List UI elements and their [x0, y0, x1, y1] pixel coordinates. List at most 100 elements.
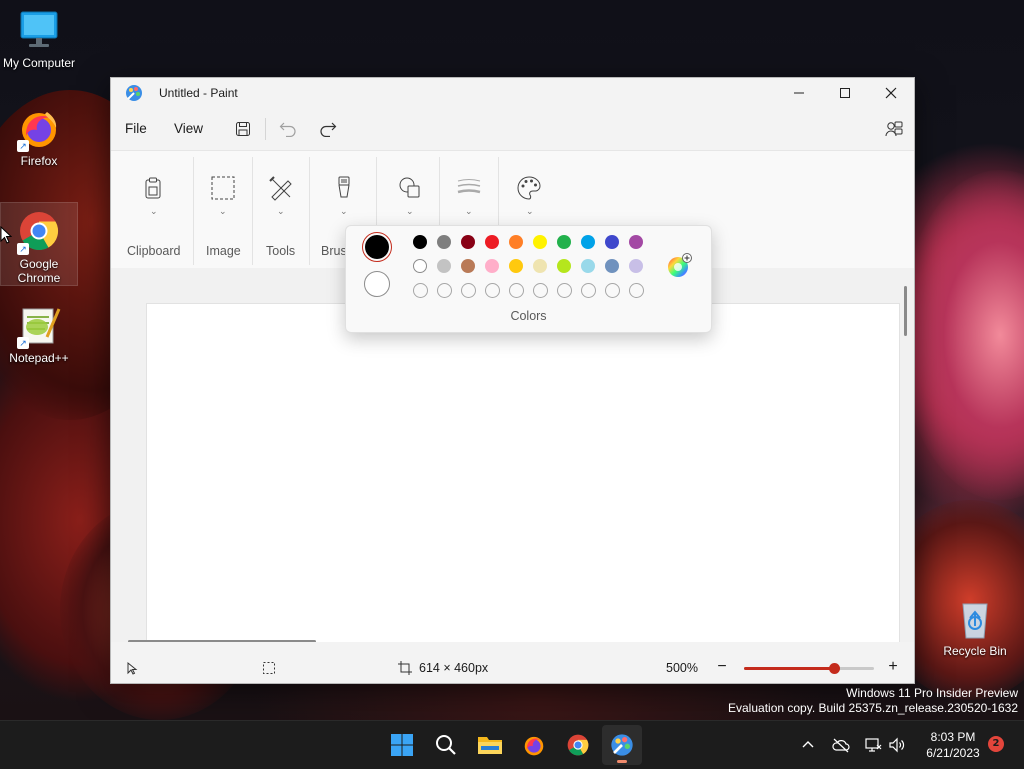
minimize-icon	[794, 92, 804, 94]
color-swatch[interactable]	[509, 235, 523, 249]
color-swatch[interactable]	[485, 259, 499, 273]
title-bar[interactable]: Untitled - Paint	[111, 78, 914, 108]
color-swatch[interactable]	[557, 235, 571, 249]
custom-color-slot[interactable]	[533, 283, 548, 298]
start-button[interactable]	[382, 725, 422, 765]
minimize-button[interactable]	[776, 78, 822, 108]
zoom-out-button[interactable]: −	[714, 659, 730, 676]
maximize-icon	[840, 88, 850, 98]
color-swatch[interactable]	[629, 259, 643, 273]
primary-color-selector[interactable]	[362, 232, 392, 262]
paint-window: Untitled - Paint File View ⌄ Clipboard ⌄…	[110, 77, 915, 684]
close-icon	[885, 87, 897, 99]
color-swatch[interactable]	[605, 235, 619, 249]
menu-file[interactable]: File	[125, 121, 147, 136]
selection-icon	[211, 176, 235, 200]
maximize-button[interactable]	[822, 78, 868, 108]
brush-icon	[338, 176, 350, 198]
color-swatch[interactable]	[413, 235, 427, 249]
chevron-down-icon: ⌄	[340, 207, 348, 217]
ribbon-group-clipboard[interactable]: ⌄ Clipboard	[111, 151, 193, 269]
redo-icon	[320, 122, 337, 137]
account-icon	[885, 121, 903, 137]
custom-color-slot[interactable]	[557, 283, 572, 298]
redo-button[interactable]	[317, 118, 339, 140]
pointer-position-icon	[127, 661, 138, 675]
custom-color-slot[interactable]	[509, 283, 524, 298]
edit-colors-button[interactable]	[666, 253, 692, 279]
chevron-down-icon: ⌄	[465, 207, 473, 217]
color-swatch[interactable]	[605, 259, 619, 273]
menu-view[interactable]: View	[174, 121, 203, 136]
window-title: Untitled - Paint	[159, 86, 238, 100]
taskbar-firefox-button[interactable]	[514, 725, 554, 765]
account-button[interactable]	[883, 118, 905, 140]
ribbon-group-image[interactable]: ⌄ Image	[194, 151, 252, 269]
custom-color-slot[interactable]	[413, 283, 428, 298]
color-swatch[interactable]	[413, 259, 427, 273]
zoom-slider-thumb[interactable]	[828, 663, 840, 674]
desktop-icon-firefox[interactable]: ↗ Firefox	[1, 106, 77, 168]
custom-color-slot[interactable]	[461, 283, 476, 298]
shortcut-arrow-icon: ↗	[17, 337, 29, 349]
show-hidden-icons-button[interactable]	[800, 737, 816, 756]
volume-button[interactable]	[888, 736, 906, 757]
taskbar-chrome-button[interactable]	[558, 725, 598, 765]
close-button[interactable]	[868, 78, 914, 108]
chevron-up-icon	[802, 741, 814, 748]
color-swatch[interactable]	[461, 235, 475, 249]
zoom-slider[interactable]	[744, 663, 874, 674]
windows-logo-icon	[391, 734, 413, 756]
file-explorer-button[interactable]	[470, 725, 510, 765]
save-button[interactable]	[232, 118, 254, 140]
tools-icon	[269, 176, 292, 201]
clipboard-icon	[145, 177, 161, 199]
custom-color-slot[interactable]	[605, 283, 620, 298]
notification-badge[interactable]: 2	[988, 736, 1004, 752]
ribbon-group-label: Clipboard	[127, 244, 181, 258]
desktop-icon-google-chrome[interactable]: ↗ Google Chrome	[0, 202, 78, 286]
zoom-in-button[interactable]: +	[885, 659, 901, 675]
clock-button[interactable]: 8:03 PM 6/21/2023	[918, 729, 988, 761]
onedrive-button[interactable]	[832, 737, 850, 756]
firefox-icon: ↗	[17, 106, 61, 152]
color-swatch[interactable]	[581, 235, 595, 249]
selection-size-icon	[263, 662, 275, 674]
color-swatch[interactable]	[509, 259, 523, 273]
search-button[interactable]	[426, 725, 466, 765]
ribbon-group-tools[interactable]: ⌄ Tools	[253, 151, 309, 269]
color-swatch[interactable]	[629, 235, 643, 249]
color-swatch[interactable]	[581, 259, 595, 273]
menu-divider	[265, 118, 266, 140]
vertical-scrollbar[interactable]	[904, 286, 907, 336]
custom-color-slot[interactable]	[485, 283, 500, 298]
desktop-icon-label: My Computer	[2, 56, 76, 70]
desktop-icon-label: Notepad++	[9, 351, 69, 365]
drawing-canvas[interactable]	[146, 303, 900, 642]
mouse-cursor-icon	[0, 226, 12, 244]
volume-icon	[889, 737, 905, 753]
desktop-icon-my-computer[interactable]: My Computer	[1, 8, 77, 70]
undo-icon	[279, 122, 296, 137]
undo-button[interactable]	[277, 118, 299, 140]
custom-color-slot[interactable]	[581, 283, 596, 298]
desktop-icon-recycle-bin[interactable]: Recycle Bin	[937, 596, 1013, 658]
taskbar-paint-button[interactable]	[602, 725, 642, 765]
color-swatch[interactable]	[557, 259, 571, 273]
status-bar: 614 × 460px 500% − +	[111, 653, 914, 683]
colors-flyout-label: Colors	[510, 309, 547, 323]
color-swatch[interactable]	[437, 259, 451, 273]
watermark-line1: Windows 11 Pro Insider Preview	[846, 686, 1018, 700]
save-icon	[236, 122, 250, 136]
color-swatch[interactable]	[437, 235, 451, 249]
custom-color-slot[interactable]	[629, 283, 644, 298]
horizontal-scrollbar[interactable]	[128, 640, 316, 642]
color-swatch[interactable]	[533, 235, 547, 249]
color-swatch[interactable]	[461, 259, 475, 273]
desktop-icon-notepadpp[interactable]: ↗ Notepad++	[1, 303, 77, 365]
secondary-color-swatch[interactable]	[364, 271, 390, 297]
network-button[interactable]	[864, 736, 882, 757]
custom-color-slot[interactable]	[437, 283, 452, 298]
color-swatch[interactable]	[533, 259, 547, 273]
color-swatch[interactable]	[485, 235, 499, 249]
